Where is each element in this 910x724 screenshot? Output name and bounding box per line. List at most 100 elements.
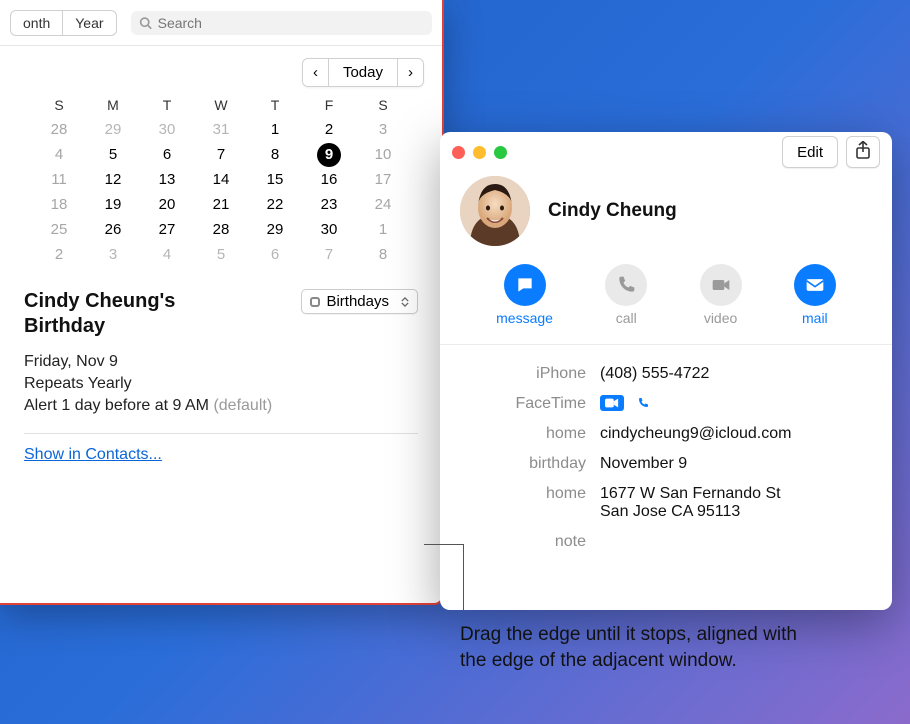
- date-cell[interactable]: 5: [194, 242, 248, 267]
- date-cell[interactable]: 23: [302, 192, 356, 217]
- date-cell[interactable]: 16: [302, 167, 356, 192]
- date-cell[interactable]: 22: [248, 192, 302, 217]
- next-button[interactable]: ›: [398, 59, 423, 86]
- event-alert: Alert 1 day before at 9 AM (default): [24, 397, 418, 415]
- date-cell[interactable]: 7: [302, 242, 356, 267]
- date-cell[interactable]: 2: [302, 117, 356, 142]
- date-cell[interactable]: 1: [356, 217, 410, 242]
- date-cell[interactable]: 4: [32, 142, 86, 167]
- message-icon: [515, 275, 535, 295]
- avatar[interactable]: [460, 176, 530, 246]
- date-cell[interactable]: 3: [356, 117, 410, 142]
- edit-button[interactable]: Edit: [782, 136, 838, 168]
- field-label: home: [460, 485, 600, 521]
- field-value[interactable]: 1677 W San Fernando St San Jose CA 95113: [600, 485, 781, 521]
- date-cell[interactable]: 5: [86, 142, 140, 167]
- call-action[interactable]: call: [605, 264, 647, 326]
- date-cell[interactable]: 10: [356, 142, 410, 167]
- contact-name: Cindy Cheung: [548, 200, 677, 222]
- field-value[interactable]: cindycheung9@icloud.com: [600, 425, 791, 443]
- event-detail-panel: Cindy Cheung's Birthday Birthdays Friday…: [0, 277, 442, 476]
- date-cell[interactable]: 31: [194, 117, 248, 142]
- caption-text: Drag the edge until it stops, aligned wi…: [460, 622, 800, 673]
- prev-button[interactable]: ‹: [303, 59, 329, 86]
- calendar-window: onth Year ‹ Today › S M T W T F S 28 29 …: [0, 0, 444, 605]
- date-cell[interactable]: 1: [248, 117, 302, 142]
- search-field[interactable]: [131, 11, 432, 35]
- date-cell[interactable]: 19: [86, 192, 140, 217]
- date-cell[interactable]: 30: [140, 117, 194, 142]
- search-input[interactable]: [158, 15, 424, 31]
- message-action[interactable]: message: [496, 264, 553, 326]
- date-cell[interactable]: 28: [32, 117, 86, 142]
- view-year[interactable]: Year: [63, 11, 115, 35]
- field-home-email: home cindycheung9@icloud.com: [440, 419, 892, 449]
- event-title: Cindy Cheung's Birthday: [24, 289, 244, 339]
- field-value[interactable]: (408) 555-4722: [600, 365, 709, 383]
- date-cell[interactable]: 3: [86, 242, 140, 267]
- date-cell[interactable]: 12: [86, 167, 140, 192]
- field-note: note: [440, 527, 892, 557]
- date-cell[interactable]: 29: [248, 217, 302, 242]
- view-segment[interactable]: onth Year: [10, 10, 117, 36]
- phone-icon: [616, 275, 636, 295]
- date-cell[interactable]: 17: [356, 167, 410, 192]
- facetime-audio-button[interactable]: [634, 395, 652, 411]
- date-cell[interactable]: 8: [248, 142, 302, 167]
- chevron-left-icon: ‹: [313, 64, 318, 81]
- video-action[interactable]: video: [700, 264, 742, 326]
- calendar-select-label: Birthdays: [326, 293, 389, 310]
- traffic-lights: [452, 146, 507, 159]
- date-cell[interactable]: 4: [140, 242, 194, 267]
- today-button[interactable]: Today: [329, 59, 398, 86]
- dates-grid: 28 29 30 31 1 2 3 4 5 6 7 8 9 10 11 12 1…: [32, 117, 410, 267]
- date-cell[interactable]: 29: [86, 117, 140, 142]
- date-cell[interactable]: 6: [248, 242, 302, 267]
- date-cell[interactable]: 7: [194, 142, 248, 167]
- date-cell[interactable]: 13: [140, 167, 194, 192]
- phone-icon: [636, 397, 650, 409]
- field-label: birthday: [460, 455, 600, 473]
- date-cell[interactable]: 28: [194, 217, 248, 242]
- date-cell[interactable]: 11: [32, 167, 86, 192]
- date-cell[interactable]: 6: [140, 142, 194, 167]
- event-calendar-select[interactable]: Birthdays: [301, 289, 418, 314]
- chevron-updown-icon: [401, 297, 409, 307]
- calendar-nav: ‹ Today ›: [0, 46, 442, 93]
- field-iphone: iPhone (408) 555-4722: [440, 359, 892, 389]
- mail-action[interactable]: mail: [794, 264, 836, 326]
- field-label: iPhone: [460, 365, 600, 383]
- facetime-video-button[interactable]: [600, 395, 624, 411]
- contact-fields: iPhone (408) 555-4722 FaceTime home cind…: [440, 345, 892, 571]
- calendar-color-swatch: [310, 297, 320, 307]
- date-cell[interactable]: 30: [302, 217, 356, 242]
- minimize-window-button[interactable]: [473, 146, 486, 159]
- date-cell[interactable]: 21: [194, 192, 248, 217]
- date-cell[interactable]: 8: [356, 242, 410, 267]
- date-cell[interactable]: 18: [32, 192, 86, 217]
- show-in-contacts-link[interactable]: Show in Contacts...: [24, 446, 162, 463]
- zoom-window-button[interactable]: [494, 146, 507, 159]
- callout-leader-line: [424, 544, 464, 545]
- field-birthday: birthday November 9: [440, 449, 892, 479]
- date-cell[interactable]: 26: [86, 217, 140, 242]
- action-row: message call video mail: [440, 256, 892, 345]
- date-cell[interactable]: 20: [140, 192, 194, 217]
- date-cell[interactable]: 14: [194, 167, 248, 192]
- date-cell[interactable]: 25: [32, 217, 86, 242]
- share-button[interactable]: [846, 136, 880, 168]
- event-repeat: Repeats Yearly: [24, 375, 418, 393]
- divider: [24, 433, 418, 434]
- calendar-toolbar: onth Year: [0, 0, 442, 46]
- view-month[interactable]: onth: [11, 11, 63, 35]
- field-value: November 9: [600, 455, 687, 473]
- close-window-button[interactable]: [452, 146, 465, 159]
- day-of-week-row: S M T W T F S: [32, 97, 410, 113]
- date-cell-selected[interactable]: 9: [302, 142, 356, 167]
- date-cell[interactable]: 24: [356, 192, 410, 217]
- date-cell[interactable]: 27: [140, 217, 194, 242]
- date-cell[interactable]: 15: [248, 167, 302, 192]
- field-label: note: [460, 533, 600, 551]
- mail-icon: [805, 275, 825, 295]
- date-cell[interactable]: 2: [32, 242, 86, 267]
